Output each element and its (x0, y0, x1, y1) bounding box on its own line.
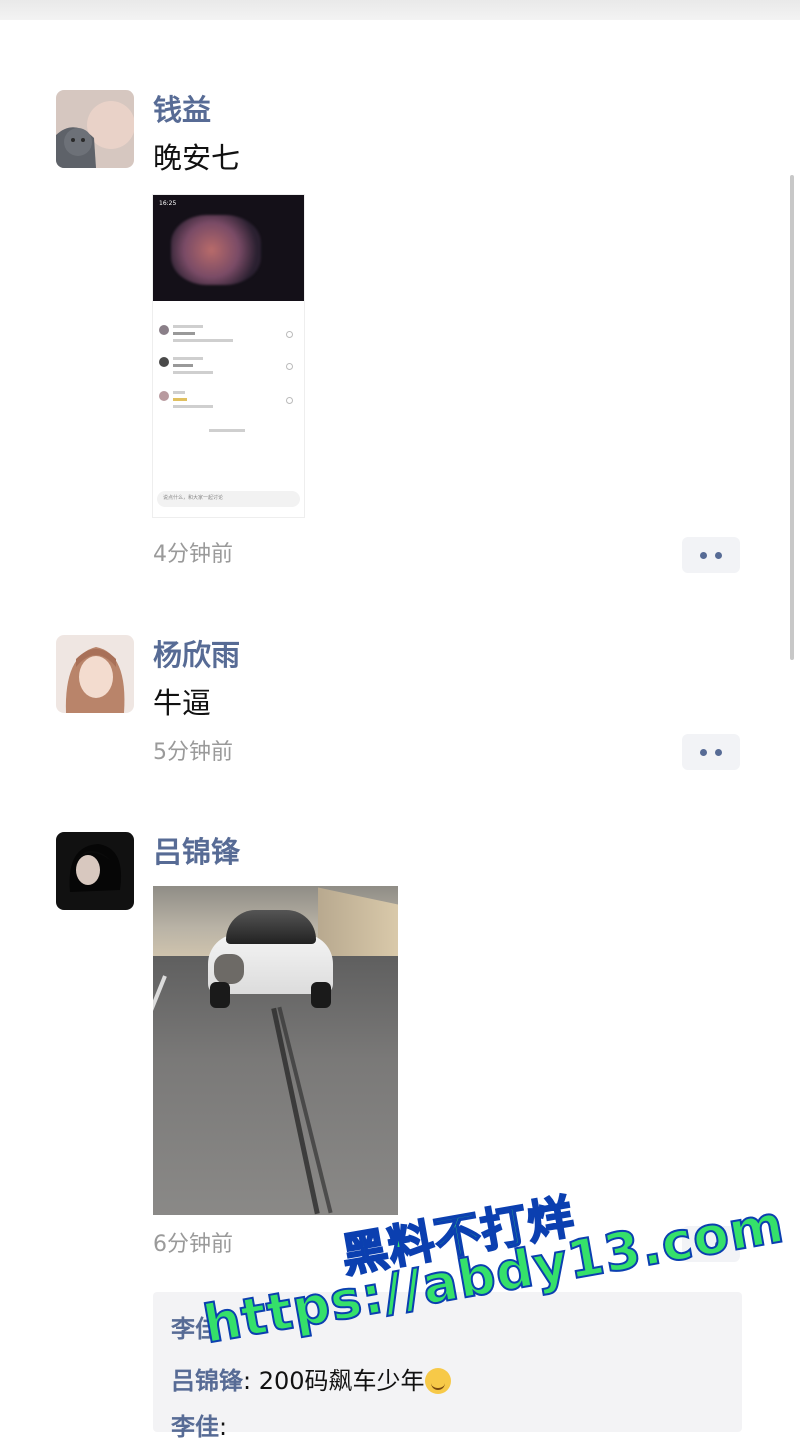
author-name[interactable]: 杨欣雨 (153, 635, 240, 675)
post-image[interactable]: 16:25 说点什么，和大家一起讨论 (153, 195, 304, 517)
scrollbar[interactable] (790, 175, 794, 660)
dot-icon (715, 748, 722, 756)
commenter-name[interactable]: 吕锦锋 (171, 1367, 243, 1395)
list-item (159, 323, 299, 345)
input-placeholder: 说点什么，和大家一起讨论 (163, 495, 224, 501)
list-item (209, 425, 249, 447)
avatar[interactable] (56, 90, 134, 168)
top-status-area (0, 0, 800, 20)
video-thumbnail: 16:25 (153, 195, 304, 301)
list-item (159, 389, 299, 411)
dot-icon (715, 551, 722, 559)
comment-row[interactable]: 李佳: (171, 1410, 227, 1444)
post-time: 4分钟前 (153, 542, 233, 567)
comment-text: 200码飙车少年 (258, 1367, 425, 1395)
author-name[interactable]: 钱益 (153, 90, 211, 130)
list-item (159, 355, 299, 377)
dot-icon (700, 748, 707, 756)
dot-icon (700, 551, 707, 559)
avatar[interactable] (56, 635, 134, 713)
post-text: 晚安七 (153, 141, 241, 175)
post-text: 牛逼 (153, 686, 212, 720)
car-illustration (208, 904, 333, 1009)
post-image[interactable] (153, 886, 398, 1215)
comment-row[interactable]: 吕锦锋: 200码飙车少年 (171, 1364, 451, 1398)
comment-separator: : (219, 1413, 228, 1441)
more-button[interactable] (682, 734, 740, 770)
status-time: 16:25 (159, 200, 177, 207)
author-name[interactable]: 吕锦锋 (153, 832, 240, 872)
more-button[interactable] (682, 537, 740, 573)
post-time: 5分钟前 (153, 740, 233, 765)
avatar[interactable] (56, 832, 134, 910)
crying-laughing-emoji-icon (424, 1368, 451, 1394)
commenter-name[interactable]: 李佳 (171, 1413, 219, 1441)
post-time: 6分钟前 (153, 1232, 233, 1257)
comment-input: 说点什么，和大家一起讨论 (157, 491, 300, 507)
comment-separator: : (243, 1367, 259, 1395)
